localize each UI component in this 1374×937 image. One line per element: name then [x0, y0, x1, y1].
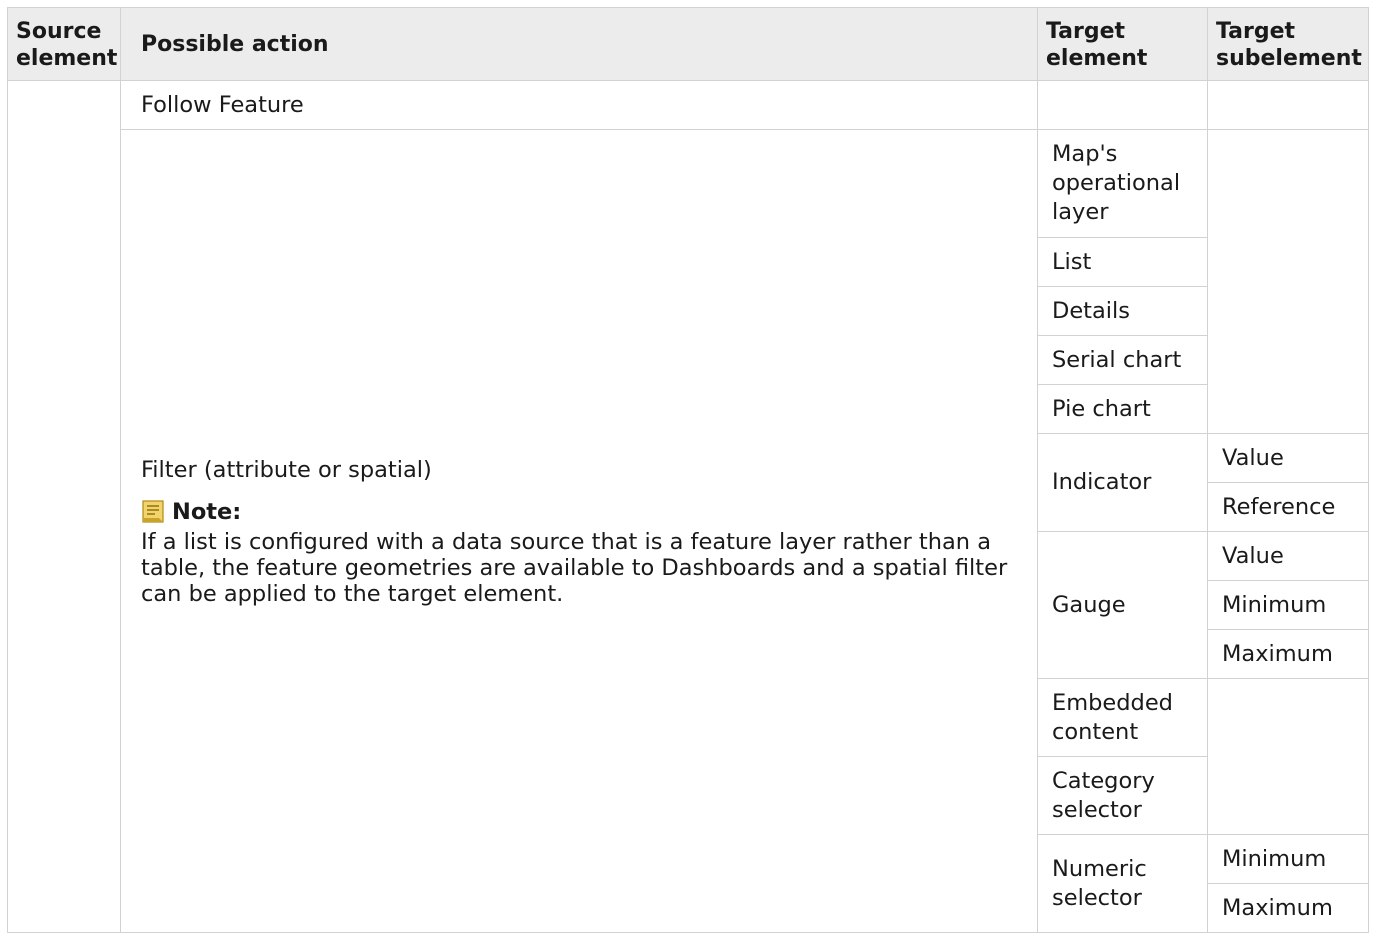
subelement-gauge-maximum: Maximum	[1207, 629, 1369, 679]
note-text: If a list is configured with a data sour…	[141, 528, 1008, 607]
subelement-cell-empty	[1207, 80, 1369, 130]
target-cell-empty	[1037, 80, 1208, 130]
target-pie-chart: Pie chart	[1037, 384, 1208, 434]
source-element-cell	[7, 80, 121, 933]
target-details: Details	[1037, 286, 1208, 336]
subelement-indicator-reference: Reference	[1207, 482, 1369, 532]
subelement-numeric-minimum: Minimum	[1207, 834, 1369, 884]
subelement-cell-empty	[1207, 678, 1369, 835]
target-numeric-selector: Numeric selector	[1037, 834, 1208, 933]
header-row: Source element Possible action Target el…	[7, 7, 1369, 81]
note-icon	[142, 500, 164, 523]
subelement-gauge-value: Value	[1207, 531, 1369, 581]
subelement-cell-empty	[1207, 129, 1369, 434]
header-source-element: Source element	[7, 7, 121, 81]
action-filter-cell: Filter (attribute or spatial) Note: If a…	[120, 129, 1038, 933]
target-serial-chart: Serial chart	[1037, 335, 1208, 385]
target-map-operational-layer: Map's operational layer	[1037, 129, 1208, 238]
action-filter: Filter (attribute or spatial)	[141, 456, 432, 483]
header-target-element: Target element	[1037, 7, 1208, 81]
action-table: Source element Possible action Target el…	[7, 7, 1369, 933]
table-row-follow-feature: Follow Feature	[7, 80, 1369, 933]
target-gauge: Gauge	[1037, 531, 1208, 679]
subelement-indicator-value: Value	[1207, 433, 1369, 483]
note-heading: Note:	[141, 497, 1023, 527]
target-indicator: Indicator	[1037, 433, 1208, 532]
action-follow-feature: Follow Feature	[120, 80, 1038, 130]
header-possible-action: Possible action	[120, 7, 1038, 81]
table-row-map: Filter (attribute or spatial) Note: If a…	[8, 129, 1369, 933]
target-embedded-content: Embedded content	[1037, 678, 1208, 757]
target-category-selector: Category selector	[1037, 756, 1208, 835]
subelement-gauge-minimum: Minimum	[1207, 580, 1369, 630]
subelement-numeric-maximum: Maximum	[1207, 883, 1369, 933]
note-title: Note:	[172, 498, 242, 525]
target-list: List	[1037, 237, 1208, 287]
header-target-subelement: Target subelement	[1207, 7, 1369, 81]
